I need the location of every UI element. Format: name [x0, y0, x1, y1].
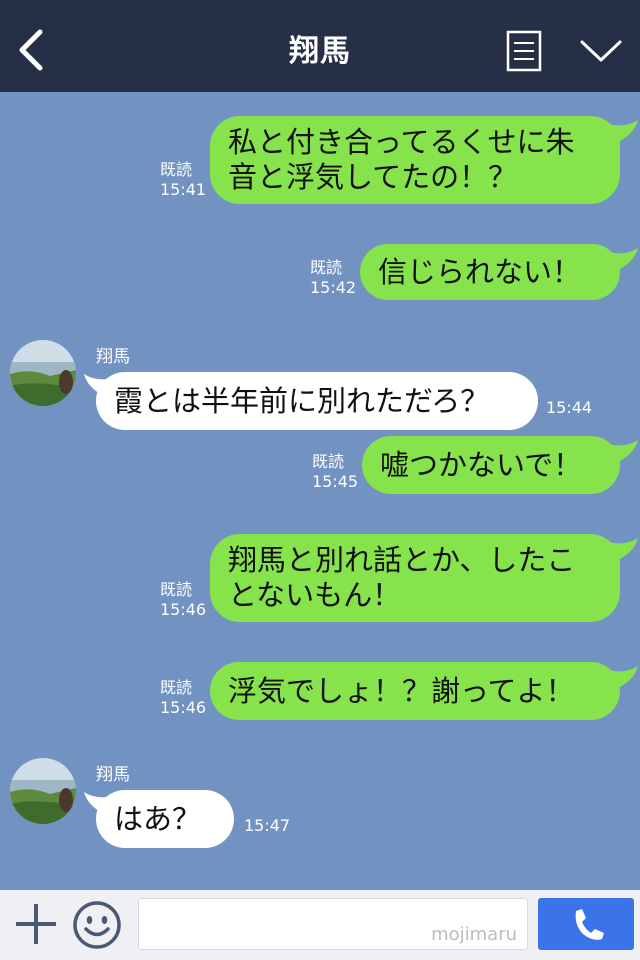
smiley-icon[interactable]	[72, 900, 122, 950]
message-text: 嘘つかないで！	[380, 447, 583, 482]
message-bubble-outgoing[interactable]: 信じられない！	[360, 244, 620, 300]
avatar-photo	[10, 758, 76, 824]
read-receipt: 既読	[160, 678, 193, 697]
chat-title: 翔馬	[289, 34, 351, 69]
phone-icon	[575, 909, 604, 940]
read-receipt: 既読	[312, 452, 345, 471]
avatar-photo	[10, 340, 76, 406]
message-time: 15:44	[546, 398, 593, 417]
message-time: 15:41	[160, 180, 207, 199]
read-receipt: 既読	[310, 258, 343, 277]
message-text: 信じられない！	[378, 254, 582, 289]
chevron-down-icon[interactable]	[578, 36, 624, 66]
message-time: 15:46	[160, 698, 207, 717]
sender-name: 翔馬	[96, 765, 130, 785]
message-bubble-incoming[interactable]: はあ？	[96, 790, 234, 848]
read-receipt: 既読	[160, 580, 193, 599]
message-bubble-incoming[interactable]: 霞とは半年前に別れただろ？	[96, 372, 538, 430]
message-text: 翔馬と別れ話とか、したことないもん！	[228, 543, 576, 612]
message-time: 15:47	[244, 816, 291, 835]
message-bubble-outgoing[interactable]: 私と付き合ってるくせに朱音と浮気してたの！？	[210, 116, 620, 204]
message-text: 私と付き合ってるくせに朱音と浮気してたの！？	[228, 125, 575, 194]
message-meta: 既読 15:46	[160, 580, 206, 620]
message-bubble-outgoing[interactable]: 浮気でしょ！？謝ってよ！	[210, 662, 620, 720]
message-text: 浮気でしょ！？謝ってよ！	[228, 673, 575, 708]
message-bubble-outgoing[interactable]: 嘘つかないで！	[362, 436, 620, 494]
message-time: 15:42	[310, 278, 357, 297]
sender-name: 翔馬	[96, 347, 130, 367]
message-meta: 既読 15:45	[312, 452, 358, 492]
plus-icon[interactable]	[14, 902, 58, 946]
message-meta: 既読 15:42	[310, 258, 356, 298]
message-meta: 既読 15:41	[160, 160, 206, 200]
avatar[interactable]	[10, 340, 76, 406]
notes-icon[interactable]	[506, 30, 542, 72]
call-button[interactable]	[538, 898, 634, 950]
message-meta: 既読 15:46	[160, 678, 206, 718]
message-time: 15:45	[312, 472, 359, 491]
message-text: はあ？	[114, 801, 202, 836]
message-text: 霞とは半年前に別れただろ？	[114, 383, 490, 418]
chat-header: 翔馬	[0, 0, 640, 92]
avatar[interactable]	[10, 758, 76, 824]
read-receipt: 既読	[160, 160, 193, 179]
message-bubble-outgoing[interactable]: 翔馬と別れ話とか、したことないもん！	[210, 534, 620, 622]
message-time: 15:46	[160, 600, 207, 619]
message-input[interactable]: mojimaru	[138, 898, 528, 950]
watermark: mojimaru	[431, 924, 517, 945]
chat-area[interactable]: 既読 15:41 私と付き合ってるくせに朱音と浮気してたの！？ 既読 15:42…	[0, 92, 640, 890]
